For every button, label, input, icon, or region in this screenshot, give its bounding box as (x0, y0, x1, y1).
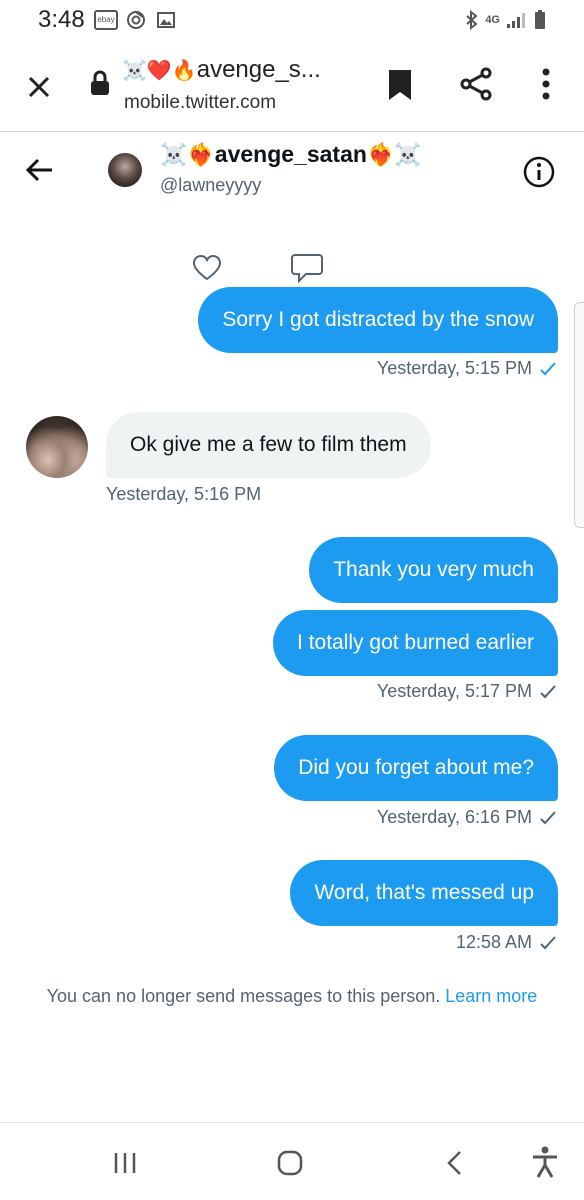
heart-icon (192, 254, 222, 281)
conversation-handle: @lawneyyyy (160, 175, 262, 195)
page-url[interactable]: mobile.twitter.com (124, 92, 276, 114)
name-prefix-emoji: ☠️❤️‍🔥 (160, 142, 215, 167)
network-type-label: 4G (485, 14, 500, 26)
timestamp-text: Yesterday, 5:17 PM (376, 681, 532, 701)
chevron-left-icon (447, 1151, 461, 1175)
home-icon (277, 1150, 303, 1176)
conversation-header: ☠️❤️‍🔥avenge_satan❤️‍🔥☠️ @lawneyyyy (0, 133, 584, 213)
signal-icon (506, 11, 528, 29)
display-name: avenge_satan (214, 141, 367, 167)
message-timestamp: 12:58 AM (456, 932, 556, 953)
message-timestamp: Yesterday, 5:15 PM (377, 358, 556, 379)
message-bubble-outgoing[interactable]: Did you forget about me? (274, 735, 558, 801)
timestamp-text: 12:58 AM (455, 932, 532, 952)
bookmark-button[interactable] (386, 68, 414, 102)
arrow-left-icon (25, 158, 52, 182)
title-text: avenge_s... (196, 56, 321, 83)
message-bubble-outgoing[interactable]: Word, that's messed up (290, 860, 558, 926)
scroll-handle[interactable] (574, 302, 584, 528)
bluetooth-icon (465, 10, 479, 30)
accessibility-icon (533, 1146, 557, 1178)
notice-text: You can no longer send messages to this … (46, 986, 441, 1006)
like-message-button[interactable] (192, 254, 222, 282)
ebay-notification-icon: ebay (94, 10, 118, 30)
sent-check-icon (540, 684, 556, 698)
image-notification-icon (156, 10, 176, 30)
status-time: 3:48 (38, 6, 85, 33)
home-button[interactable] (276, 1149, 304, 1177)
message-bubble-incoming[interactable]: Ok give me a few to film them (106, 412, 431, 478)
message-bubble-outgoing[interactable]: I totally got burned earlier (273, 610, 558, 676)
battery-icon (534, 10, 546, 30)
message-timestamp: Yesterday, 5:17 PM (377, 681, 556, 702)
system-navigation-bar (0, 1122, 584, 1200)
reply-message-button[interactable] (290, 252, 324, 284)
close-icon (28, 76, 50, 98)
seen-check-icon (540, 361, 556, 375)
chrome-notification-icon (126, 10, 146, 30)
sent-check-icon (540, 810, 556, 824)
browser-toolbar: ☠️❤️🔥avenge_s... mobile.twitter.com (0, 42, 584, 132)
timestamp-text: Yesterday, 6:16 PM (376, 807, 532, 827)
lock-icon (90, 70, 110, 96)
share-button[interactable] (458, 66, 494, 102)
cannot-message-notice: You can no longer send messages to this … (0, 986, 584, 1007)
bookmark-icon (389, 70, 411, 100)
info-icon (523, 156, 555, 188)
avatar[interactable] (108, 153, 142, 187)
accessibility-button[interactable] (530, 1145, 560, 1179)
message-timestamp: Yesterday, 6:16 PM (377, 807, 556, 828)
page-title: ☠️❤️🔥avenge_s... (122, 56, 321, 84)
title-emoji: ☠️❤️🔥 (122, 60, 197, 82)
timestamp-text: Yesterday, 5:16 PM (106, 484, 262, 504)
back-button[interactable] (24, 155, 56, 185)
message-timestamp: Yesterday, 5:16 PM (106, 484, 261, 505)
timestamp-text: Yesterday, 5:15 PM (376, 358, 532, 378)
message-bubble-outgoing[interactable]: Thank you very much (309, 537, 558, 603)
close-tab-button[interactable] (22, 70, 56, 104)
share-icon (460, 67, 492, 101)
more-vert-icon (542, 68, 550, 100)
status-indicators: 4G (465, 8, 546, 32)
conversation-info-button[interactable] (522, 155, 556, 189)
recent-apps-button[interactable] (112, 1151, 138, 1175)
sender-avatar[interactable] (26, 416, 88, 478)
name-suffix-emoji: ❤️‍🔥☠️ (366, 142, 422, 167)
conversation-name[interactable]: ☠️❤️‍🔥avenge_satan❤️‍🔥☠️ (160, 141, 422, 168)
recents-icon (114, 1153, 136, 1173)
message-bubble-icon (291, 254, 323, 284)
system-back-button[interactable] (444, 1149, 464, 1177)
overflow-menu-button[interactable] (534, 66, 558, 102)
sent-check-icon (540, 935, 556, 949)
message-bubble-outgoing[interactable]: Sorry I got distracted by the snow (198, 287, 558, 353)
status-bar: 3:48 ebay 4G (0, 0, 584, 42)
learn-more-link[interactable]: Learn more (445, 986, 537, 1006)
